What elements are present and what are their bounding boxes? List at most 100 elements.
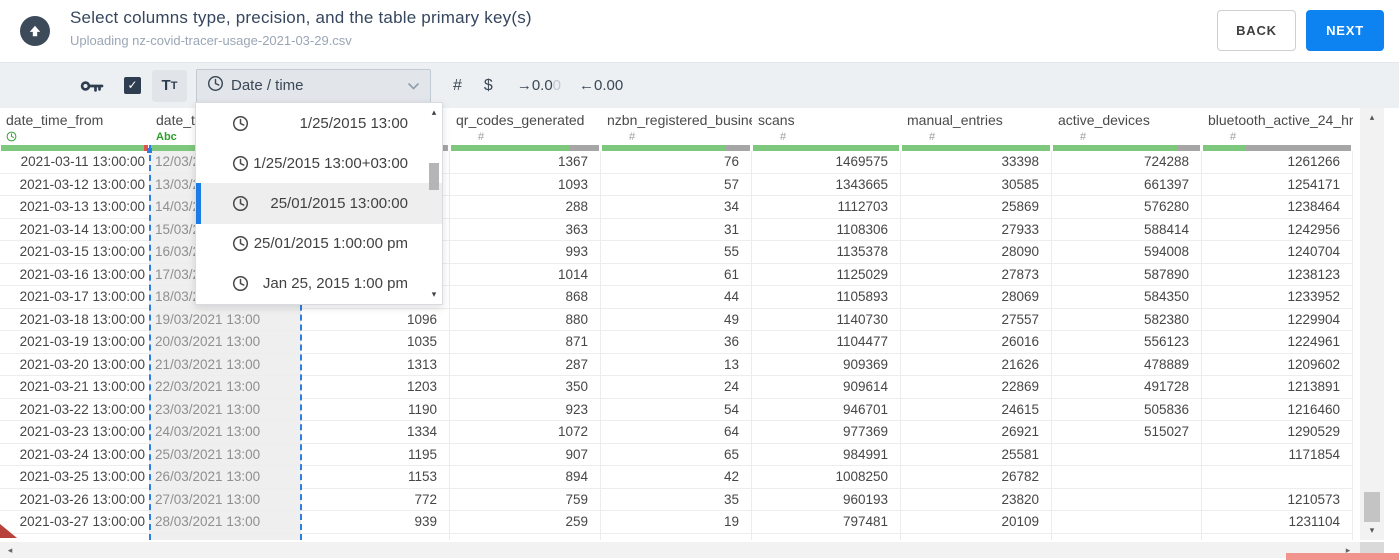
table-cell[interactable]: 57 (601, 173, 752, 196)
table-cell[interactable]: 19/03/2021 13:00 (150, 308, 301, 331)
table-cell[interactable]: 36 (601, 331, 752, 354)
table-cell[interactable]: 288 (450, 196, 601, 219)
table-cell[interactable]: 27873 (901, 263, 1052, 286)
table-cell[interactable]: 868 (450, 286, 601, 309)
table-cell[interactable]: 960193 (752, 488, 901, 511)
table-cell[interactable]: 2021-03-26 13:00:00 (0, 488, 150, 511)
table-cell[interactable]: 49 (601, 308, 752, 331)
table-cell[interactable]: 33398 (901, 151, 1052, 174)
table-cell[interactable]: 584350 (1052, 286, 1202, 309)
vertical-scrollbar[interactable]: ▴ ▾ (1360, 108, 1384, 540)
table-cell[interactable]: 984991 (752, 443, 901, 466)
table-cell[interactable]: 2021-03-19 13:00:00 (0, 331, 150, 354)
increase-decimals-button[interactable]: →0.00 (517, 77, 561, 94)
table-cell[interactable] (752, 533, 901, 540)
table-cell[interactable]: 20/03/2021 13:00 (150, 331, 301, 354)
date-format-option[interactable]: 1/25/2015 13:00+03:00 (196, 143, 442, 183)
table-cell[interactable]: 64 (601, 421, 752, 444)
date-format-option[interactable]: Jan 25, 2015 1:00 pm (196, 264, 442, 304)
table-cell[interactable]: 20109 (901, 511, 1052, 534)
column-header-manual_entries[interactable]: manual_entries # (901, 108, 1052, 145)
dropdown-scrollbar[interactable]: ▴ ▾ (427, 105, 441, 302)
table-cell[interactable]: 1190 (301, 398, 450, 421)
table-cell[interactable]: 909614 (752, 376, 901, 399)
scroll-down-icon[interactable]: ▾ (1360, 525, 1384, 536)
table-cell[interactable]: 350 (450, 376, 601, 399)
table-cell[interactable] (450, 533, 601, 540)
table-cell[interactable]: 588414 (1052, 218, 1202, 241)
table-cell[interactable]: 894 (450, 466, 601, 489)
column-header-nzbn_registered_busine[interactable]: nzbn_registered_busine # (601, 108, 752, 145)
table-cell[interactable]: 31 (601, 218, 752, 241)
table-cell[interactable]: 1233952 (1202, 286, 1353, 309)
vertical-scrollbar-thumb[interactable] (1364, 492, 1380, 522)
date-format-option[interactable]: 25/01/2015 13:00:00 (196, 183, 442, 224)
table-cell[interactable]: 1072 (450, 421, 601, 444)
dropdown-scroll-up-icon[interactable]: ▴ (427, 107, 441, 118)
table-cell[interactable]: 65 (601, 443, 752, 466)
table-cell[interactable]: 287 (450, 353, 601, 376)
table-cell[interactable]: 1469575 (752, 151, 901, 174)
table-cell[interactable]: 478889 (1052, 353, 1202, 376)
table-cell[interactable]: 61 (601, 263, 752, 286)
table-cell[interactable]: 2021-03-18 13:00:00 (0, 308, 150, 331)
table-cell[interactable]: 44 (601, 286, 752, 309)
table-cell[interactable]: 1261266 (1202, 151, 1353, 174)
table-cell[interactable]: 1140730 (752, 308, 901, 331)
table-cell[interactable]: 25869 (901, 196, 1052, 219)
table-cell[interactable]: 1135378 (752, 241, 901, 264)
table-cell[interactable]: 2021-03-12 13:00:00 (0, 173, 150, 196)
table-cell[interactable] (1052, 466, 1202, 489)
table-cell[interactable]: 22869 (901, 376, 1052, 399)
horizontal-scrollbar[interactable]: ◂ ▸ (0, 542, 1360, 558)
table-cell[interactable]: 515027 (1052, 421, 1202, 444)
table-cell[interactable] (1202, 466, 1353, 489)
table-cell[interactable]: 1229904 (1202, 308, 1353, 331)
table-cell[interactable]: 22/03/2021 13:00 (150, 376, 301, 399)
column-header-bluetooth_active_24_hr_[interactable]: bluetooth_active_24_hr_ # (1202, 108, 1353, 145)
table-cell[interactable]: 1231104 (1202, 511, 1353, 534)
table-cell[interactable]: 1238464 (1202, 196, 1353, 219)
table-cell[interactable] (301, 533, 450, 540)
table-cell[interactable]: 993 (450, 241, 601, 264)
table-cell[interactable]: 1108306 (752, 218, 901, 241)
table-cell[interactable]: 1035 (301, 331, 450, 354)
table-cell[interactable]: 26016 (901, 331, 1052, 354)
table-cell[interactable] (1202, 533, 1353, 540)
table-cell[interactable]: 35 (601, 488, 752, 511)
table-cell[interactable]: 1213891 (1202, 376, 1353, 399)
table-cell[interactable]: 1224961 (1202, 331, 1353, 354)
table-cell[interactable]: 1240704 (1202, 241, 1353, 264)
table-cell[interactable]: 76 (601, 151, 752, 174)
table-cell[interactable]: 30585 (901, 173, 1052, 196)
table-cell[interactable]: 871 (450, 331, 601, 354)
table-cell[interactable]: 1290529 (1202, 421, 1353, 444)
table-cell[interactable]: 1171854 (1202, 443, 1353, 466)
table-cell[interactable]: 797481 (752, 511, 901, 534)
table-cell[interactable] (1052, 488, 1202, 511)
dropdown-scroll-down-icon[interactable]: ▾ (427, 289, 441, 300)
table-cell[interactable]: 1014 (450, 263, 601, 286)
table-cell[interactable]: 25/03/2021 13:00 (150, 443, 301, 466)
table-cell[interactable]: 946701 (752, 398, 901, 421)
column-header-qr_codes_generated[interactable]: qr_codes_generated # (450, 108, 601, 145)
table-cell[interactable]: 1125029 (752, 263, 901, 286)
table-cell[interactable]: 2021-03-11 13:00:00 (0, 151, 150, 174)
table-cell[interactable]: 27/03/2021 13:00 (150, 488, 301, 511)
table-cell[interactable]: 1209602 (1202, 353, 1353, 376)
table-cell[interactable]: 1334 (301, 421, 450, 444)
dropdown-scrollbar-thumb[interactable] (429, 163, 439, 190)
table-cell[interactable]: 21626 (901, 353, 1052, 376)
number-type-button[interactable]: # (453, 77, 462, 95)
table-cell[interactable]: 977369 (752, 421, 901, 444)
table-cell[interactable]: 1254171 (1202, 173, 1353, 196)
table-cell[interactable]: 1313 (301, 353, 450, 376)
table-cell[interactable]: 1153 (301, 466, 450, 489)
table-cell[interactable]: 1343665 (752, 173, 901, 196)
table-cell[interactable]: 363 (450, 218, 601, 241)
table-cell[interactable]: 2021-03-22 13:00:00 (0, 398, 150, 421)
table-cell[interactable]: 1210573 (1202, 488, 1353, 511)
table-cell[interactable]: 2021-03-23 13:00:00 (0, 421, 150, 444)
table-cell[interactable]: 1242956 (1202, 218, 1353, 241)
table-cell[interactable]: 1238123 (1202, 263, 1353, 286)
